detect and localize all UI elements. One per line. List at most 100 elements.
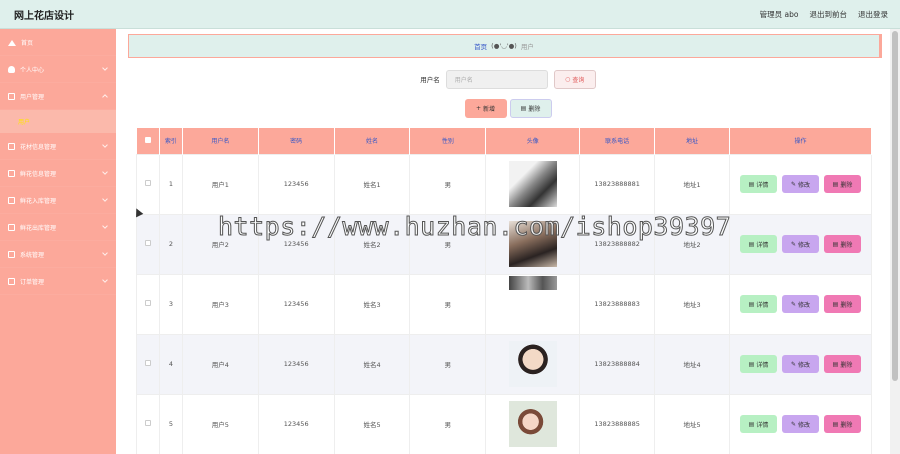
delete-button[interactable]: ▤ 删除 [823,175,861,193]
detail-button[interactable]: ▤ 详情 [739,175,777,193]
select-all-header[interactable] [136,128,160,154]
row-checkbox[interactable] [144,240,151,246]
edit-button[interactable]: ✎ 修改 [781,295,819,313]
column-header[interactable]: 地址 [654,128,730,154]
chevron-down-icon [102,142,108,148]
delete-button[interactable]: ▤ 删除 [823,415,861,433]
delete-button[interactable]: ▤ 删除 [823,295,861,313]
top-right-links: 管理员 abo 退出到前台 退出登录 [760,9,888,20]
table-row: 4 用户4 123456 姓名4 男 13823888884 地址4 ▤ 详情 ✎… [136,333,873,395]
cell-username: 用户4 [181,333,259,395]
edit-button-label: 修改 [797,361,810,369]
sidebar-item-home[interactable]: 首页 [0,29,116,56]
row-checkbox-cell[interactable] [136,153,160,215]
cell-password: 123456 [257,273,335,335]
breadcrumb-home[interactable]: 首页 [474,41,487,51]
detail-button-label: 详情 [756,421,769,429]
cell-name: 姓名3 [333,273,411,335]
column-header[interactable]: 性别 [409,128,487,154]
document-icon: ▤ [748,240,755,248]
row-checkbox-cell[interactable] [136,273,160,335]
scrollbar-thumb[interactable] [892,31,898,381]
cell-password: 123456 [257,153,335,215]
logout-link[interactable]: 退出登录 [858,9,888,20]
add-button-label: 新增 [483,106,496,113]
cell-index: 2 [158,213,183,275]
sidebar-item-user-management[interactable]: 用户管理 [0,83,116,110]
home-icon [8,39,16,46]
plus-icon: + [475,105,481,112]
sidebar-item-material[interactable]: 花材信息管理 [0,133,116,160]
row-checkbox-cell[interactable] [136,393,160,454]
sidebar-item-label: 用户管理 [20,93,45,101]
avatar [508,276,557,290]
search-label: 用户名 [420,76,440,84]
row-checkbox[interactable] [144,420,151,426]
main-content: 首页 (●'◡'●) 用户 用户名 用户名 ○ 查询 + 新增 ▤ 删除 索引 … [126,29,890,454]
cell-gender: 男 [409,273,487,335]
column-header[interactable]: 密码 [258,128,335,154]
row-checkbox-cell[interactable] [136,213,160,275]
sidebar-item-stock-in[interactable]: 鲜花入库管理 [0,187,116,214]
row-checkbox[interactable] [144,360,151,366]
column-header[interactable]: 联系电话 [579,128,656,154]
cell-username: 用户3 [181,273,259,335]
row-checkbox[interactable] [144,300,151,306]
sidebar-item-label: 鲜花出库管理 [20,224,57,232]
sidebar-subitem-users[interactable]: 用户 [0,110,116,133]
delete-button-label: 删除 [840,361,853,369]
pencil-icon: ✎ [790,360,796,368]
bulk-delete-button[interactable]: ▤ 删除 [509,99,552,118]
detail-button-label: 详情 [756,241,769,249]
delete-button-label: 删除 [840,421,853,429]
cell-gender: 男 [409,393,487,454]
column-header[interactable]: 索引 [159,128,183,154]
trash-icon: ▤ [520,105,527,112]
edit-button-label: 修改 [797,241,810,249]
chevron-down-icon [102,196,108,202]
edit-button[interactable]: ✎ 修改 [781,415,819,433]
column-header: 头像 [485,128,581,154]
cell-index: 4 [158,333,183,395]
cell-gender: 男 [409,333,487,395]
detail-button[interactable]: ▤ 详情 [739,235,777,253]
edit-button[interactable]: ✎ 修改 [781,355,819,373]
row-checkbox-cell[interactable] [136,333,160,395]
search-input[interactable]: 用户名 [445,69,548,89]
delete-button[interactable]: ▤ 删除 [823,355,861,373]
detail-button[interactable]: ▤ 详情 [739,415,777,433]
detail-button[interactable]: ▤ 详情 [739,295,777,313]
edit-button[interactable]: ✎ 修改 [781,175,819,193]
trash-icon: ▤ [832,240,839,248]
vertical-scrollbar[interactable] [890,29,900,454]
add-button[interactable]: + 新增 [464,99,507,118]
select-all-checkbox[interactable] [144,136,151,143]
cell-avatar [485,333,581,395]
sidebar-item-label: 鲜花信息管理 [20,170,57,178]
sidebar-item-label: 订单管理 [20,278,45,286]
sidebar-item-label: 首页 [21,39,34,47]
sidebar-item-system[interactable]: 系统管理 [0,241,116,268]
avatar [508,401,557,447]
trash-icon: ▤ [832,420,839,428]
backend-link[interactable]: 退出到前台 [810,9,848,20]
query-button[interactable]: ○ 查询 [553,69,596,89]
chevron-down-icon [102,65,108,71]
users-icon [8,92,15,100]
edit-button[interactable]: ✎ 修改 [781,235,819,253]
delete-button[interactable]: ▤ 删除 [823,235,861,253]
sidebar-item-profile[interactable]: 个人中心 [0,56,116,83]
cell-avatar [485,273,581,335]
sidebar-item-orders[interactable]: 订单管理 [0,268,116,295]
column-header[interactable]: 用户名 [182,128,259,154]
sidebar-item-label: 个人中心 [20,66,45,74]
sidebar-item-stock-out[interactable]: 鲜花出库管理 [0,214,116,241]
sidebar-item-flower-info[interactable]: 鲜花信息管理 [0,160,116,187]
query-button-label: 查询 [572,76,585,84]
cell-name: 姓名5 [333,393,411,454]
detail-button[interactable]: ▤ 详情 [739,355,777,373]
sidebar: 首页 个人中心 用户管理 用户 花材信息管理 鲜花信息管理 鲜花入库管理 鲜花出… [0,29,116,454]
column-header[interactable]: 姓名 [334,128,411,154]
row-checkbox[interactable] [144,180,151,186]
sidebar-item-label: 鲜花入库管理 [20,197,57,205]
